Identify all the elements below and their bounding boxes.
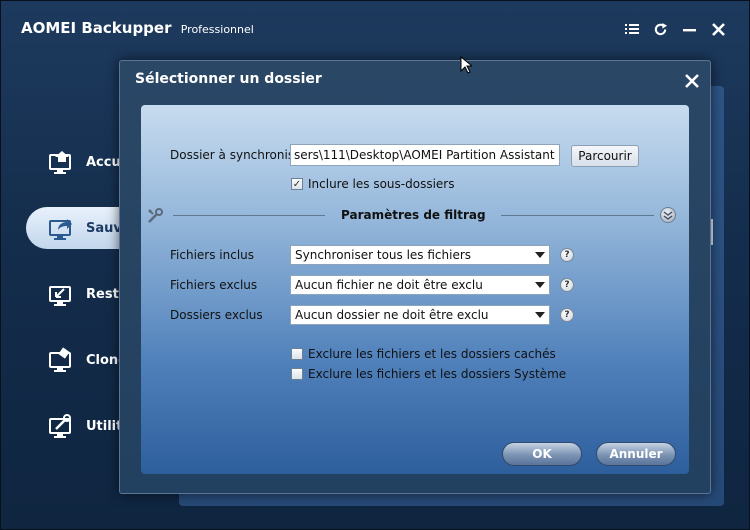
excluded-files-value: Aucun fichier ne doit être exclu: [295, 278, 483, 292]
backup-icon: [48, 215, 74, 241]
restore-icon: [48, 281, 74, 307]
dialog-close-icon[interactable]: [682, 71, 702, 91]
include-subfolders-checkbox[interactable]: ✓: [291, 178, 303, 190]
refresh-icon[interactable]: [652, 19, 669, 39]
mouse-cursor-icon: [460, 55, 474, 77]
included-files-label: Fichiers inclus: [170, 248, 255, 262]
collapse-chevron-icon[interactable]: [660, 207, 676, 223]
help-icon[interactable]: ?: [560, 308, 574, 322]
home-icon: [48, 149, 74, 175]
section-line-right: [501, 215, 654, 216]
section-line-left: [173, 215, 325, 216]
dropdown-arrow-icon: [535, 312, 545, 318]
dropdown-arrow-icon: [535, 252, 545, 258]
excluded-files-select[interactable]: Aucun fichier ne doit être exclu: [290, 275, 550, 295]
cancel-button[interactable]: Annuler: [596, 442, 676, 466]
dialog-title: Sélectionner un dossier: [135, 71, 322, 87]
dialog-content: Dossier à synchroniser sers\111\Desktop\…: [141, 105, 689, 474]
exclude-hidden-checkbox[interactable]: [291, 348, 303, 360]
excluded-folders-select[interactable]: Aucun dossier ne doit être exclu: [290, 305, 550, 325]
excluded-folders-value: Aucun dossier ne doit être exclu: [295, 308, 489, 322]
dropdown-arrow-icon: [535, 282, 545, 288]
window-controls: [623, 19, 727, 39]
exclude-hidden-label: Exclure les fichiers et les dossiers cac…: [308, 347, 556, 361]
clone-icon: [48, 347, 74, 373]
excluded-files-label: Fichiers exclus: [170, 278, 258, 292]
include-subfolders-label: Inclure les sous-dossiers: [308, 177, 455, 191]
app-name: AOMEI Backupper: [21, 19, 172, 37]
included-files-select[interactable]: Synchroniser tous les fichiers: [290, 245, 550, 265]
close-icon[interactable]: [710, 19, 727, 39]
exclude-system-label: Exclure les fichiers et les dossiers Sys…: [308, 367, 567, 381]
help-icon[interactable]: ?: [560, 248, 574, 262]
included-files-value: Synchroniser tous les fichiers: [295, 248, 472, 262]
browse-button[interactable]: Parcourir: [571, 145, 639, 167]
excluded-folders-label: Dossiers exclus: [170, 308, 263, 322]
folder-label: Dossier à synchroniser: [170, 148, 307, 162]
exclude-system-checkbox[interactable]: [291, 368, 303, 380]
wrench-icon: [146, 207, 164, 225]
minimize-icon[interactable]: [681, 19, 698, 39]
ok-button[interactable]: OK: [502, 442, 582, 466]
folder-path-input[interactable]: sers\111\Desktop\AOMEI Partition Assista…: [290, 144, 560, 166]
app-title: AOMEI Backupper Professionnel: [21, 19, 254, 37]
menu-icon[interactable]: [623, 19, 640, 39]
filter-settings-title: Paramètres de filtrag: [341, 208, 486, 222]
tools-icon: [48, 413, 74, 439]
app-edition: Professionnel: [180, 23, 254, 36]
help-icon[interactable]: ?: [560, 278, 574, 292]
